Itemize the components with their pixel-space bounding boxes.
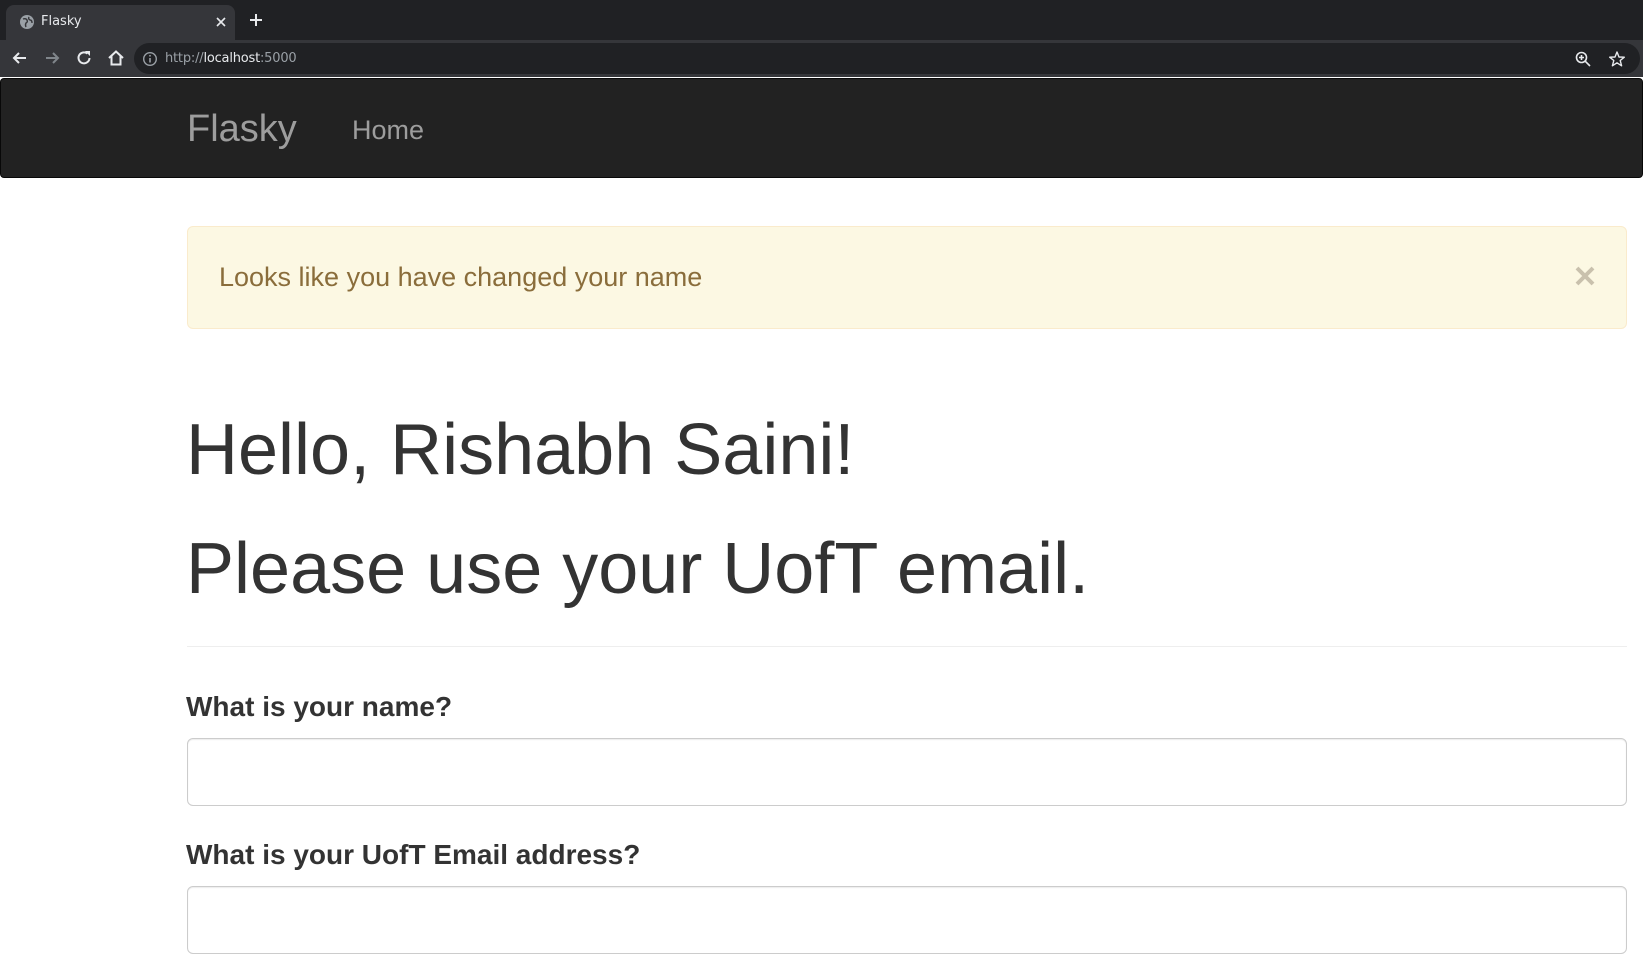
star-icon[interactable] xyxy=(1608,50,1626,68)
close-icon[interactable] xyxy=(213,14,229,30)
greeting-heading: Hello, Rishabh Saini! xyxy=(186,410,855,490)
browser-tab[interactable]: Flasky xyxy=(6,5,235,40)
brand-link[interactable]: Flasky xyxy=(187,108,297,150)
address-url[interactable]: http://localhost:5000 xyxy=(165,50,297,67)
browser-tabstrip: Flasky xyxy=(0,0,1643,40)
url-port: :5000 xyxy=(260,51,297,66)
name-label: What is your name? xyxy=(186,691,453,722)
plus-icon[interactable] xyxy=(247,11,265,29)
info-icon[interactable] xyxy=(142,51,158,67)
url-scheme: http:// xyxy=(165,51,204,66)
address-bar[interactable]: http://localhost:5000 xyxy=(134,43,1640,74)
back-arrow-icon[interactable] xyxy=(10,48,30,68)
url-host: localhost xyxy=(203,51,260,66)
tab-title: Flasky xyxy=(41,14,82,29)
site-navbar: Flasky Home xyxy=(0,78,1643,178)
reload-icon[interactable] xyxy=(74,48,94,68)
alert-message: Looks like you have changed your name xyxy=(219,262,703,292)
warning-alert: Looks like you have changed your name xyxy=(187,226,1627,329)
globe-icon xyxy=(20,15,34,29)
email-input[interactable] xyxy=(187,886,1627,954)
email-label: What is your UofT Email address? xyxy=(186,839,641,870)
email-notice-heading: Please use your UofT email. xyxy=(186,529,1090,609)
nav-link-home[interactable]: Home xyxy=(352,114,424,146)
divider xyxy=(187,646,1627,647)
home-icon[interactable] xyxy=(106,48,126,68)
name-input[interactable] xyxy=(187,738,1627,806)
forward-arrow-icon[interactable] xyxy=(42,48,62,68)
close-icon[interactable] xyxy=(1571,262,1599,290)
zoom-icon[interactable] xyxy=(1574,50,1592,68)
browser-toolbar: http://localhost:5000 xyxy=(0,40,1643,77)
